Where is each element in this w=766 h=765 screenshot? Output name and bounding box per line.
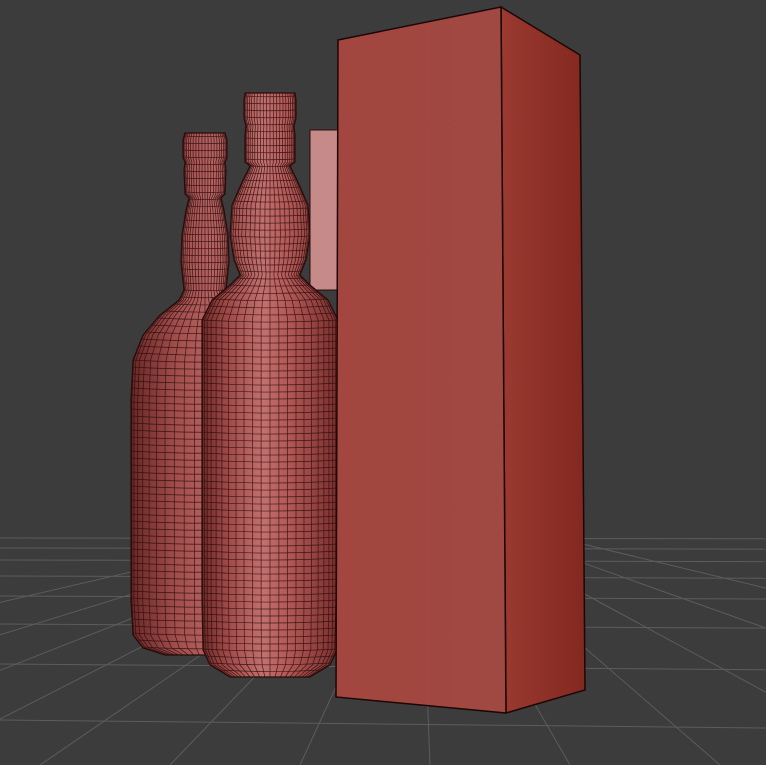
- viewport-canvas[interactable]: [0, 0, 766, 765]
- grid-line: [0, 719, 766, 729]
- 3d-viewport[interactable]: [0, 0, 766, 765]
- back-panel[interactable]: [309, 129, 339, 291]
- gift-box-side: [500, 5, 586, 714]
- gift-box-front: [335, 6, 507, 714]
- gift-box[interactable]: [335, 5, 586, 714]
